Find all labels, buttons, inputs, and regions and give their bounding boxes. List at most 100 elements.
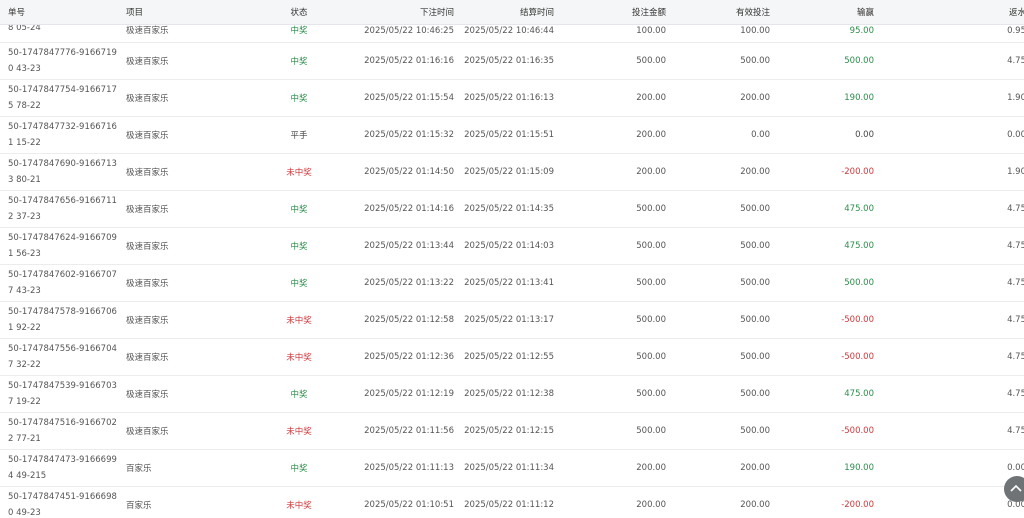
cell-bet-amount: 200.00: [562, 116, 674, 154]
column-header-settle-time[interactable]: 结算时间: [462, 0, 562, 25]
cell-status: 中奖: [238, 449, 360, 487]
cell-settle-time: 2025/05/22 01:11:12: [462, 486, 562, 518]
cell-settle-time: 2025/05/22 01:12:15: [462, 412, 562, 450]
cell-item: 极速百家乐: [118, 42, 238, 80]
cell-id: 50-1747847451-91666980 49-23: [0, 486, 118, 518]
cell-status: 未中奖: [238, 412, 360, 450]
column-header-win-loss[interactable]: 输赢: [778, 0, 882, 25]
cell-valid-bet: 0.00: [674, 116, 778, 154]
cell-status: 未中奖: [238, 301, 360, 339]
table-row[interactable]: 50-1747847473-91666994 49-215 百家乐 中奖 2025/0…: [0, 449, 1024, 487]
cell-valid-bet: 500.00: [674, 264, 778, 302]
cell-item: 极速百家乐: [118, 264, 238, 302]
cell-settle-time: 2025/05/22 01:15:09: [462, 153, 562, 191]
cell-rebate: 4.75: [882, 412, 1024, 450]
cell-item: 百家乐: [118, 486, 238, 518]
cell-win-loss: 475.00: [778, 227, 882, 265]
cell-valid-bet: 500.00: [674, 190, 778, 228]
cell-rebate: 0.00: [882, 486, 1024, 518]
cell-win-loss: -500.00: [778, 301, 882, 339]
cell-bet-time: 2025/05/22 01:14:16: [360, 190, 462, 228]
cell-valid-bet: 200.00: [674, 153, 778, 191]
cell-settle-time: 2025/05/22 01:16:13: [462, 79, 562, 117]
cell-settle-time: 2025/05/22 01:14:03: [462, 227, 562, 265]
cell-id: 50-1747847602-91667077 43-23: [0, 264, 118, 302]
table-row[interactable]: 50-1747847732-91667161 15-22 极速百家乐 平手 2025/…: [0, 116, 1024, 154]
cell-item: 百家乐: [118, 449, 238, 487]
cell-item: 极速百家乐: [118, 190, 238, 228]
column-header-bet-time[interactable]: 下注时间: [360, 0, 462, 25]
cell-item: 极速百家乐: [118, 375, 238, 413]
cell-id: 50-1747847776-91667190 43-23: [0, 42, 118, 80]
column-header-item[interactable]: 项目: [118, 0, 238, 25]
cell-item: 极速百家乐: [118, 79, 238, 117]
cell-rebate: 4.75: [882, 190, 1024, 228]
cell-valid-bet: 200.00: [674, 449, 778, 487]
table-row[interactable]: 50-1747847656-91667112 37-23 极速百家乐 中奖 2025/…: [0, 190, 1024, 228]
cell-settle-time: 2025/05/22 01:16:35: [462, 42, 562, 80]
cell-id: 50-1747847578-91667061 92-22: [0, 301, 118, 339]
cell-bet-amount: 500.00: [562, 412, 674, 450]
cell-rebate: 4.75: [882, 301, 1024, 339]
cell-id: 50-1747847754-91667175 78-22: [0, 79, 118, 117]
cell-bet-amount: 200.00: [562, 486, 674, 518]
cell-id: 50-1747847516-91667022 77-21: [0, 412, 118, 450]
cell-id: 50-1747847556-91667047 32-22: [0, 338, 118, 376]
column-header-status[interactable]: 状态: [238, 0, 360, 25]
cell-bet-amount: 500.00: [562, 42, 674, 80]
cell-win-loss: -200.00: [778, 153, 882, 191]
cell-bet-amount: 500.00: [562, 301, 674, 339]
table-body: 50-1747881905-91680998 05-24极速百家乐中奖2025/…: [0, 4, 1024, 518]
cell-bet-amount: 500.00: [562, 190, 674, 228]
cell-bet-time: 2025/05/22 01:10:51: [360, 486, 462, 518]
cell-win-loss: -500.00: [778, 412, 882, 450]
table-row[interactable]: 50-1747847776-91667190 43-23 极速百家乐 中奖 2025/…: [0, 42, 1024, 80]
cell-bet-time: 2025/05/22 01:12:36: [360, 338, 462, 376]
cell-status: 中奖: [238, 42, 360, 80]
cell-win-loss: 475.00: [778, 190, 882, 228]
cell-rebate: 0.00: [882, 116, 1024, 154]
table-row[interactable]: 50-1747847556-91667047 32-22 极速百家乐 未中奖 2025…: [0, 338, 1024, 376]
table-row[interactable]: 50-1747847754-91667175 78-22 极速百家乐 中奖 2025/…: [0, 79, 1024, 117]
table-row[interactable]: 50-1747847602-91667077 43-23 极速百家乐 中奖 2025/…: [0, 264, 1024, 302]
table-row[interactable]: 50-1747847578-91667061 92-22 极速百家乐 未中奖 2025…: [0, 301, 1024, 339]
cell-win-loss: -500.00: [778, 338, 882, 376]
cell-settle-time: 2025/05/22 01:12:38: [462, 375, 562, 413]
cell-status: 未中奖: [238, 153, 360, 191]
column-header-bet-amount[interactable]: 投注金额: [562, 0, 674, 25]
cell-rebate: 4.75: [882, 264, 1024, 302]
column-header-rebate[interactable]: 返水: [882, 0, 1024, 25]
cell-status: 中奖: [238, 227, 360, 265]
table-row[interactable]: 50-1747847690-91667133 80-21 极速百家乐 未中奖 2025…: [0, 153, 1024, 191]
table-row[interactable]: 50-1747847624-91667091 56-23 极速百家乐 中奖 2025/…: [0, 227, 1024, 265]
table-row[interactable]: 50-1747847516-91667022 77-21 极速百家乐 未中奖 2025…: [0, 412, 1024, 450]
cell-win-loss: 475.00: [778, 375, 882, 413]
cell-item: 极速百家乐: [118, 301, 238, 339]
cell-item: 极速百家乐: [118, 412, 238, 450]
column-header-id[interactable]: 单号: [0, 0, 118, 25]
table-row[interactable]: 50-1747847451-91666980 49-23 百家乐 未中奖 2025/0…: [0, 486, 1024, 518]
cell-status: 中奖: [238, 79, 360, 117]
cell-bet-time: 2025/05/22 01:13:44: [360, 227, 462, 265]
cell-bet-amount: 200.00: [562, 153, 674, 191]
cell-valid-bet: 200.00: [674, 79, 778, 117]
bet-records-table: 单号 项目 状态 下注时间 结算时间 投注金额 有效投注 输赢 返水 50-17…: [0, 0, 1024, 518]
cell-valid-bet: 500.00: [674, 412, 778, 450]
cell-valid-bet: 500.00: [674, 42, 778, 80]
cell-item: 极速百家乐: [118, 153, 238, 191]
cell-bet-time: 2025/05/22 01:15:32: [360, 116, 462, 154]
cell-rebate: 4.75: [882, 375, 1024, 413]
cell-win-loss: 190.00: [778, 79, 882, 117]
column-header-valid-bet[interactable]: 有效投注: [674, 0, 778, 25]
cell-id: 50-1747847656-91667112 37-23: [0, 190, 118, 228]
cell-win-loss: 190.00: [778, 449, 882, 487]
cell-valid-bet: 500.00: [674, 301, 778, 339]
cell-bet-amount: 200.00: [562, 449, 674, 487]
cell-id: 50-1747847690-91667133 80-21: [0, 153, 118, 191]
scroll-to-top-button[interactable]: [1004, 476, 1024, 502]
cell-settle-time: 2025/05/22 01:15:51: [462, 116, 562, 154]
cell-settle-time: 2025/05/22 01:12:55: [462, 338, 562, 376]
table-row[interactable]: 50-1747847539-91667037 19-22 极速百家乐 中奖 2025/…: [0, 375, 1024, 413]
cell-valid-bet: 500.00: [674, 338, 778, 376]
cell-bet-time: 2025/05/22 01:12:58: [360, 301, 462, 339]
